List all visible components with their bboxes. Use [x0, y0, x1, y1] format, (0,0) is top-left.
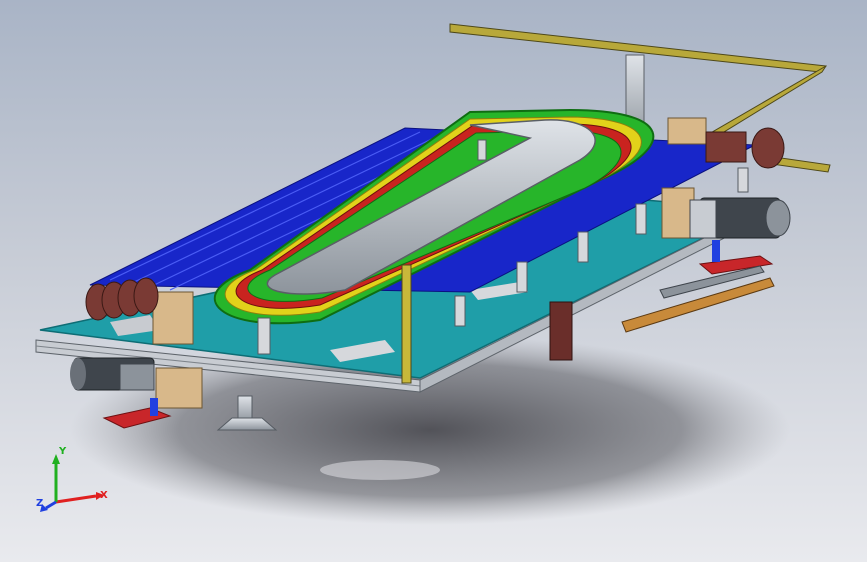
right-bearing-block: [661, 187, 695, 239]
right-pulley-group: [705, 127, 785, 169]
rear-bearing-block: [667, 117, 707, 145]
z-axis-arrow: [45, 500, 57, 510]
ground-shadow-highlight: [320, 460, 440, 480]
x-axis-arrow: [55, 494, 97, 504]
right-pedestal-stem: [712, 240, 720, 262]
right-drive-motor: [689, 197, 791, 239]
y-axis-label: Y: [58, 446, 67, 457]
front-vertical-post: [401, 264, 412, 384]
left-drive-motor: [70, 357, 155, 391]
lower-bearing-block: [155, 367, 203, 409]
left-pulley-group: [85, 277, 159, 321]
coordinate-triad: X Y Z: [36, 446, 108, 512]
x-axis-label: X: [100, 490, 108, 501]
conveyor-assembly-model[interactable]: [0, 0, 867, 562]
rear-leg: [549, 301, 573, 361]
cad-viewport[interactable]: X Y Z: [0, 0, 867, 562]
z-axis-label: Z: [36, 498, 43, 509]
left-pedestal-stem: [150, 398, 158, 416]
left-bearing-block: [152, 291, 194, 345]
